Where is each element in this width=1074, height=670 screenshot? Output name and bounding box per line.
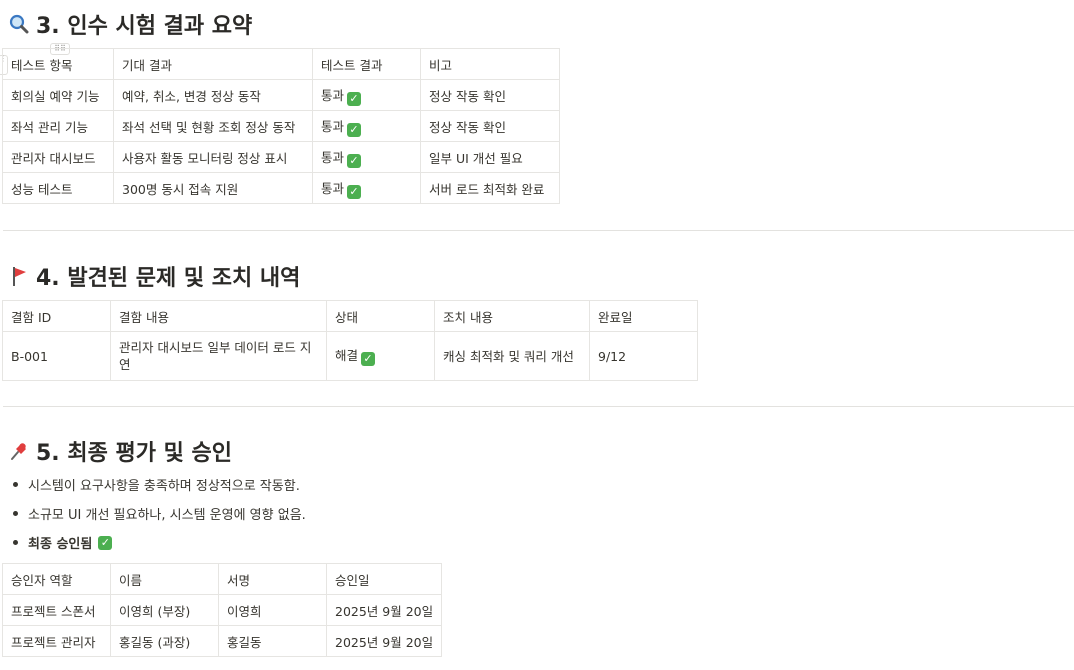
table-cell[interactable]: 서버 로드 최적화 완료 <box>420 172 560 204</box>
table-cell[interactable]: 캐싱 최적화 및 쿼리 개선 <box>434 331 590 381</box>
table-header-cell[interactable]: 조치 내용 <box>434 300 590 332</box>
defect-table: 결함 ID 결함 내용 상태 조치 내용 완료일 B-001 관리자 대시보드 … <box>2 300 698 381</box>
table-cell[interactable]: 관리자 대시보드 <box>2 141 114 173</box>
table-cell[interactable]: 좌석 관리 기능 <box>2 110 114 142</box>
table-header-cell[interactable]: 완료일 <box>589 300 698 332</box>
table-cell[interactable]: 2025년 9월 20일 <box>325 625 443 657</box>
table-cell[interactable]: 성능 테스트 <box>2 172 114 204</box>
table-cell[interactable]: 이영희 (부장) <box>110 594 219 626</box>
check-mark-icon: ✓ <box>98 535 113 550</box>
table-cell[interactable]: 통과 ✓ <box>312 110 421 142</box>
table-cell[interactable]: 해결 ✓ <box>326 331 435 381</box>
bullet-icon <box>13 482 18 487</box>
table-cell[interactable]: 통과 ✓ <box>312 79 421 111</box>
bullet-icon <box>13 540 18 545</box>
section5-heading: 5. 최종 평가 및 승인 <box>8 435 232 467</box>
table-header-cell[interactable]: 상태 <box>326 300 435 332</box>
red-flag-icon <box>8 265 30 287</box>
check-mark-icon: ✓ <box>347 122 362 137</box>
section5-title: 5. 최종 평가 및 승인 <box>36 441 232 466</box>
table-header-cell[interactable]: 기대 결과 <box>113 48 313 80</box>
table-header-cell[interactable]: 결함 ID <box>2 300 111 332</box>
table-row: 프로젝트 관리자 홍길동 (과장) 홍길동 2025년 9월 20일 <box>2 625 443 657</box>
acceptance-test-table: 테스트 항목 기대 결과 테스트 결과 비고 회의실 예약 기능 예약, 취소,… <box>2 48 560 204</box>
table-header-cell[interactable]: 승인일 <box>325 563 443 595</box>
table-header-row: 테스트 항목 기대 결과 테스트 결과 비고 <box>2 48 560 80</box>
table-header-cell[interactable]: 이름 <box>110 563 219 595</box>
table-cell[interactable]: 통과 ✓ <box>312 141 421 173</box>
section4-heading: 4. 발견된 문제 및 조치 내역 <box>8 260 300 292</box>
table-row: B-001 관리자 대시보드 일부 데이터 로드 지연 해결 ✓ 캐싱 최적화 및… <box>2 331 698 381</box>
list-item[interactable]: 소규모 UI 개선 필요하나, 시스템 운영에 영향 없음. <box>8 499 306 528</box>
table-cell[interactable]: 통과 ✓ <box>312 172 421 204</box>
table-cell[interactable]: B-001 <box>2 331 111 381</box>
approval-table: 승인자 역할 이름 서명 승인일 프로젝트 스폰서 이영희 (부장) 이영희 2… <box>2 563 443 657</box>
table-cell[interactable]: 예약, 취소, 변경 정상 동작 <box>113 79 313 111</box>
table-cell[interactable]: 이영희 <box>218 594 327 626</box>
section4-title: 4. 발견된 문제 및 조치 내역 <box>36 266 301 291</box>
magnifier-icon <box>8 13 30 35</box>
table-row: 관리자 대시보드 사용자 활동 모니터링 정상 표시 통과 ✓ 일부 UI 개선 … <box>2 141 560 173</box>
table-row: 회의실 예약 기능 예약, 취소, 변경 정상 동작 통과 ✓ 정상 작동 확인 <box>2 79 560 111</box>
table-header-cell[interactable]: 테스트 항목 <box>2 48 114 80</box>
check-mark-icon: ✓ <box>347 153 362 168</box>
list-item[interactable]: 최종 승인됨 ✓ <box>8 528 306 557</box>
table-cell[interactable]: 일부 UI 개선 필요 <box>420 141 560 173</box>
check-mark-icon: ✓ <box>347 91 362 106</box>
table-header-cell[interactable]: 승인자 역할 <box>2 563 111 595</box>
table-header-row: 승인자 역할 이름 서명 승인일 <box>2 563 443 595</box>
divider <box>3 230 1074 231</box>
table-cell[interactable]: 관리자 대시보드 일부 데이터 로드 지연 <box>110 331 327 381</box>
table-row: 좌석 관리 기능 좌석 선택 및 현황 조회 정상 동작 통과 ✓ 정상 작동 확… <box>2 110 560 142</box>
table-cell[interactable]: 정상 작동 확인 <box>420 79 560 111</box>
list-item[interactable]: 시스템이 요구사항을 충족하며 정상적으로 작동함. <box>8 470 306 499</box>
table-cell[interactable]: 홍길동 <box>218 625 327 657</box>
table-cell[interactable]: 회의실 예약 기능 <box>2 79 114 111</box>
table-header-row: 결함 ID 결함 내용 상태 조치 내용 완료일 <box>2 300 698 332</box>
table-header-cell[interactable]: 테스트 결과 <box>312 48 421 80</box>
table-cell[interactable]: 2025년 9월 20일 <box>325 594 443 626</box>
section3-title: 3. 인수 시험 결과 요약 <box>36 14 253 39</box>
table-cell[interactable]: 9/12 <box>589 331 698 381</box>
table-cell[interactable]: 홍길동 (과장) <box>110 625 219 657</box>
check-mark-icon: ✓ <box>361 351 376 366</box>
table-header-cell[interactable]: 비고 <box>420 48 560 80</box>
section3-heading: 3. 인수 시험 결과 요약 <box>8 8 252 40</box>
evaluation-list: 시스템이 요구사항을 충족하며 정상적으로 작동함. 소규모 UI 개선 필요하… <box>8 470 306 557</box>
divider <box>3 406 1074 407</box>
table-row: 성능 테스트 300명 동시 접속 지원 통과 ✓ 서버 로드 최적화 완료 <box>2 172 560 204</box>
bullet-icon <box>13 511 18 516</box>
table-cell[interactable]: 좌석 선택 및 현황 조회 정상 동작 <box>113 110 313 142</box>
check-mark-icon: ✓ <box>347 184 362 199</box>
table-cell[interactable]: 정상 작동 확인 <box>420 110 560 142</box>
pushpin-icon <box>8 440 30 462</box>
table-header-cell[interactable]: 서명 <box>218 563 327 595</box>
table-cell[interactable]: 사용자 활동 모니터링 정상 표시 <box>113 141 313 173</box>
table-header-cell[interactable]: 결함 내용 <box>110 300 327 332</box>
table-cell[interactable]: 프로젝트 관리자 <box>2 625 111 657</box>
table-cell[interactable]: 프로젝트 스폰서 <box>2 594 111 626</box>
table-row: 프로젝트 스폰서 이영희 (부장) 이영희 2025년 9월 20일 <box>2 594 443 626</box>
table-cell[interactable]: 300명 동시 접속 지원 <box>113 172 313 204</box>
